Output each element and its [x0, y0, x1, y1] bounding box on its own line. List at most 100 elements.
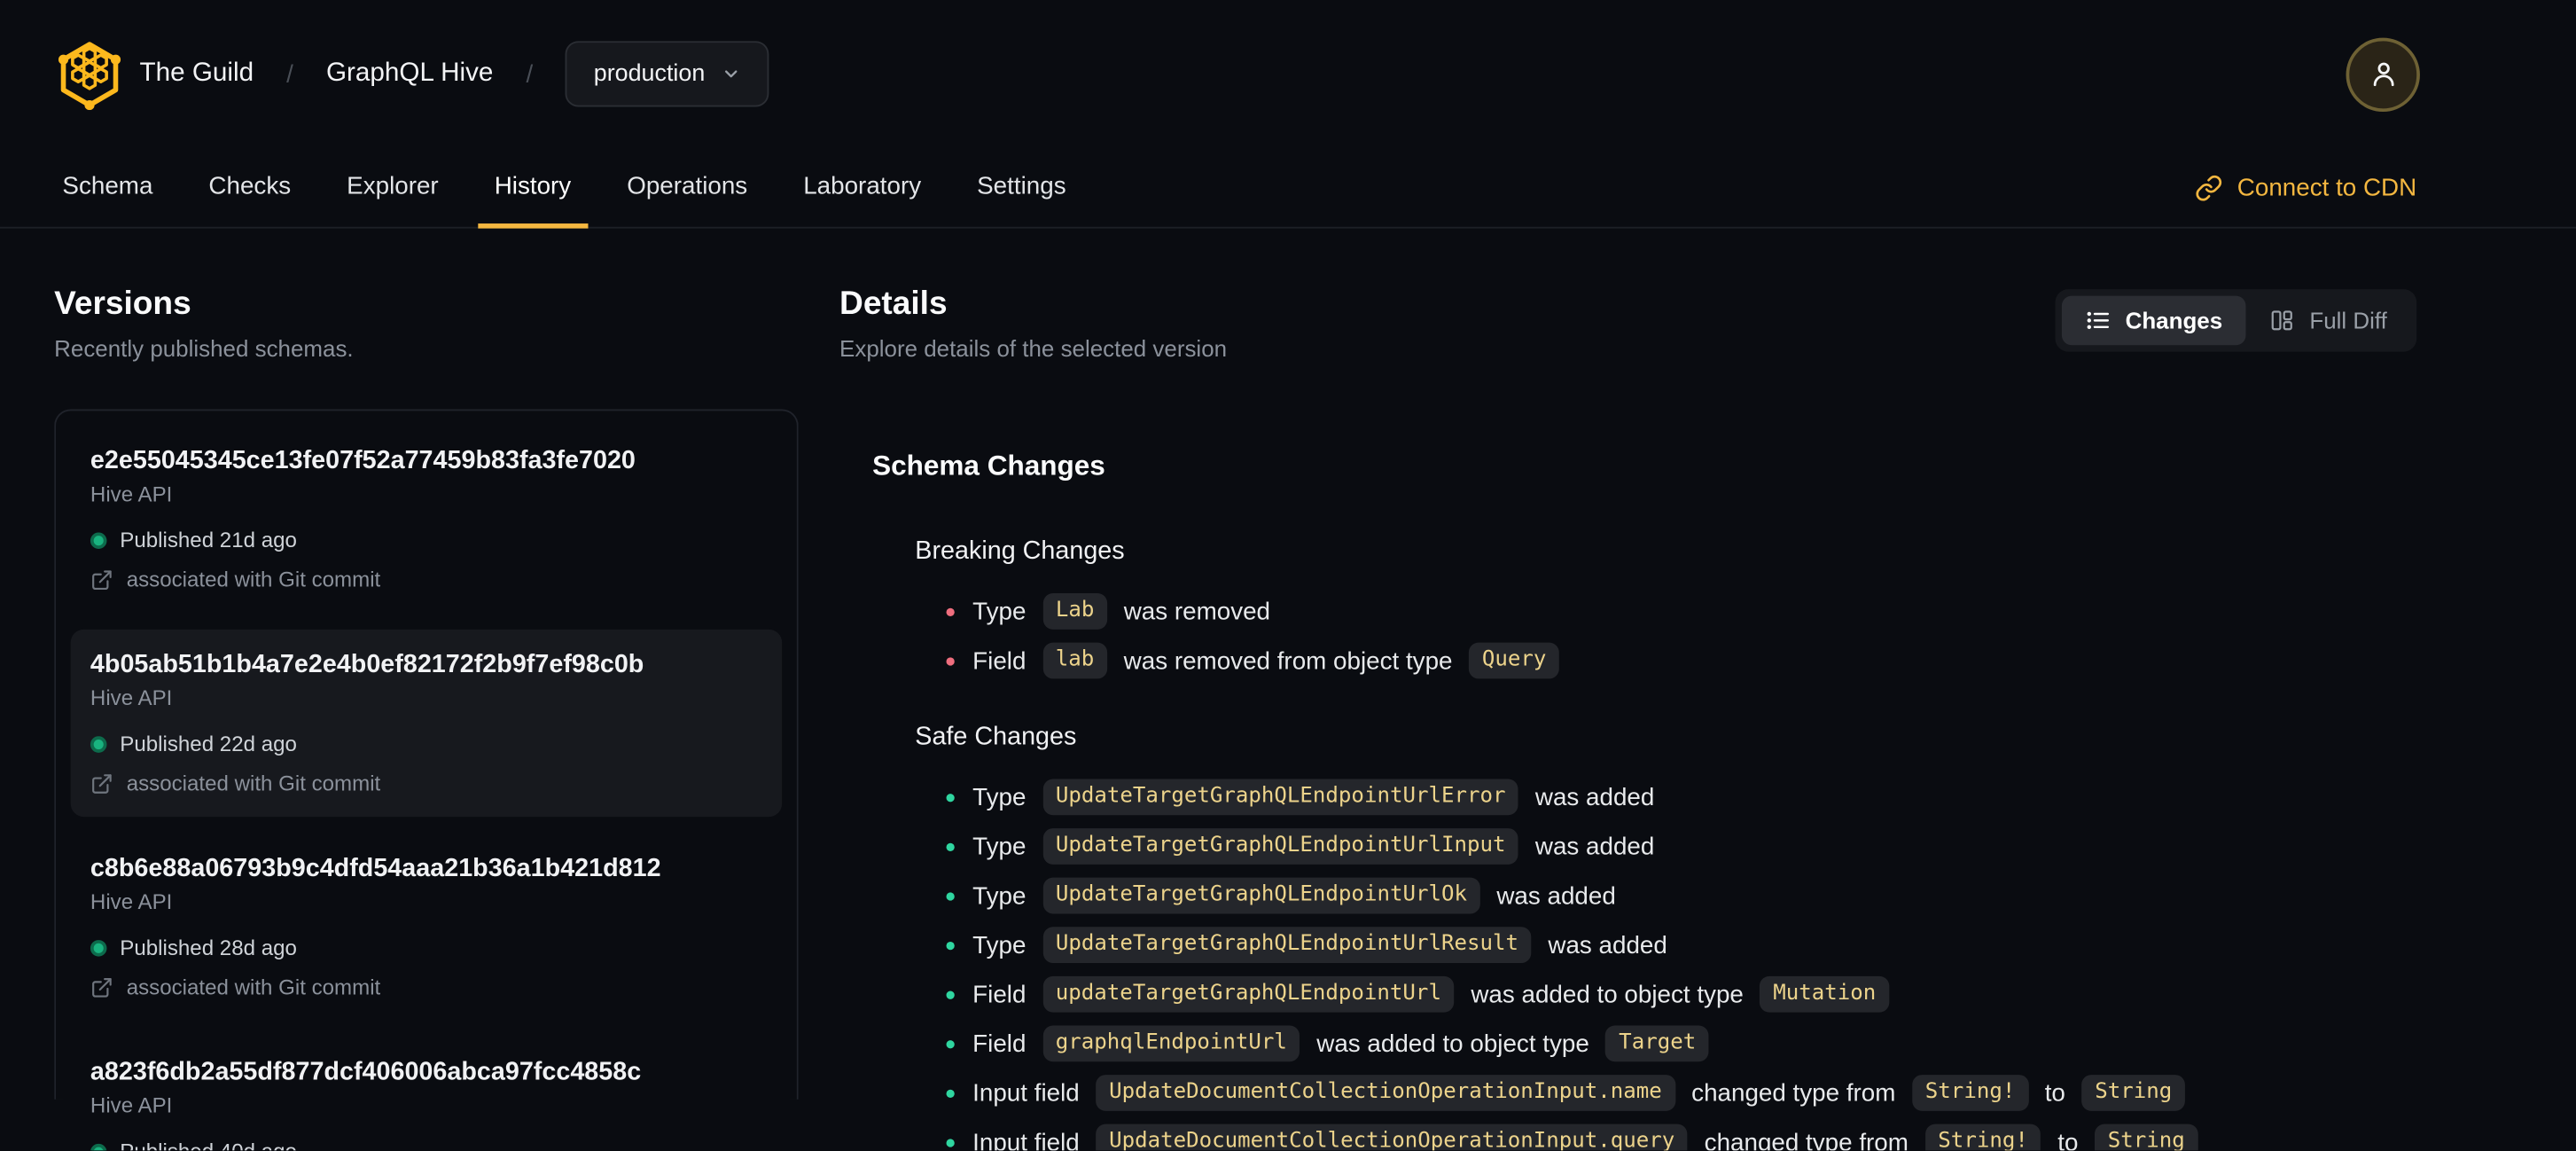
safe-changes-title: Safe Changes	[915, 723, 1077, 751]
git-commit-row[interactable]: associated with Git commit	[90, 771, 762, 797]
app-window: The Guild / GraphQL Hive / production Sc…	[0, 0, 2576, 1151]
code-badge: UpdateDocumentCollectionOperationInput.q…	[1096, 1124, 1689, 1151]
tab-laboratory[interactable]: Laboratory	[787, 148, 938, 229]
code-badge: UpdateDocumentCollectionOperationInput.n…	[1096, 1075, 1675, 1111]
safe-changes-group: Safe Changes Type UpdateTargetGraphQLEndp…	[915, 722, 2416, 1151]
git-commit-text: associated with Git commit	[126, 567, 381, 592]
version-card[interactable]: c8b6e88a06793b9c4dfd54aaa21b36a1b421d812…	[71, 834, 782, 1021]
git-commit-row[interactable]: associated with Git commit	[90, 975, 762, 1001]
version-hash: c8b6e88a06793b9c4dfd54aaa21b36a1b421d812	[90, 854, 661, 883]
git-commit-row[interactable]: associated with Git commit	[90, 567, 762, 593]
safe-change-item: Type UpdateTargetGraphQLEndpointUrlResult…	[946, 920, 2417, 970]
tab-explorer[interactable]: Explorer	[331, 148, 456, 229]
published-status-dot	[90, 736, 107, 753]
code-badge: String!	[1924, 1124, 2041, 1151]
safe-changes-list: Type UpdateTargetGraphQLEndpointUrlError w…	[915, 772, 2417, 1151]
target-select[interactable]: production	[566, 41, 769, 107]
code-badge: UpdateTargetGraphQLEndpointUrlOk	[1042, 877, 1480, 914]
version-card[interactable]: e2e55045345ce13fe07f52a77459b83fa3fe7020…	[71, 426, 782, 613]
tab-settings[interactable]: Settings	[961, 148, 1083, 229]
change-text: Type	[972, 881, 1026, 910]
external-link-icon	[90, 772, 113, 795]
safe-bullet-icon	[946, 1039, 955, 1048]
published-text: Published 40d ago	[120, 1139, 297, 1150]
view-button-label: Changes	[2125, 307, 2223, 334]
change-text: Type	[972, 930, 1026, 959]
tab-history[interactable]: History	[478, 148, 588, 229]
user-avatar-button[interactable]	[2346, 36, 2420, 112]
tab-checks[interactable]: Checks	[192, 148, 308, 229]
published-status-dot	[90, 940, 107, 957]
details-subtitle: Explore details of the selected version	[839, 335, 1228, 362]
version-hash: e2e55045345ce13fe07f52a77459b83fa3fe7020	[90, 447, 636, 475]
safe-bullet-icon	[946, 891, 955, 900]
diff-columns-icon	[2268, 308, 2295, 334]
connect-cdn-link[interactable]: Connect to CDN	[2195, 148, 2417, 227]
change-text: was added	[1548, 930, 1667, 959]
safe-change-item: Type UpdateTargetGraphQLEndpointUrlOk was …	[946, 871, 2417, 920]
published-row: Published 21d ago	[90, 528, 762, 554]
primary-nav: Schema Checks Explorer History Operations Lab…	[46, 148, 1083, 229]
change-text: Field	[972, 1030, 1026, 1058]
view-button-label: Full Diff	[2309, 307, 2387, 334]
header-top-row: The Guild / GraphQL Hive / production	[0, 0, 2576, 148]
tab-operations[interactable]: Operations	[611, 148, 764, 229]
changes-view-button[interactable]: Changes	[2061, 295, 2246, 346]
change-text: Field	[972, 980, 1026, 1009]
details-header: Details Explore details of the selected …	[839, 285, 2417, 364]
safe-change-item: Input field UpdateDocumentCollectionOpera…	[946, 1069, 2417, 1118]
version-hash: a823f6db2a55df877dcf406006abca97fcc4858c	[90, 1058, 642, 1087]
breaking-changes-group: Breaking Changes Type Lab was removed Field…	[915, 536, 2416, 685]
version-hash: 4b05ab51b1b4a7e2e4b0ef82172f2b9f7ef98c0b	[90, 650, 644, 679]
version-service: Hive API	[90, 1092, 173, 1118]
safe-bullet-icon	[946, 793, 955, 802]
code-badge: UpdateTargetGraphQLEndpointUrlInput	[1042, 828, 1519, 865]
tab-schema[interactable]: Schema	[46, 148, 169, 229]
change-text: Input field	[972, 1078, 1080, 1108]
view-toggle: Changes Full Diff	[2054, 289, 2417, 352]
change-text: Type	[972, 783, 1026, 811]
change-text: was added	[1534, 783, 1655, 811]
code-badge: Lab	[1042, 593, 1108, 630]
breadcrumb-project[interactable]: GraphQL Hive	[326, 59, 493, 89]
published-text: Published 28d ago	[120, 935, 297, 960]
code-badge: String!	[1911, 1075, 2029, 1111]
code-badge: UpdateTargetGraphQLEndpointUrlError	[1042, 779, 1519, 816]
safe-change-item: Input field UpdateDocumentCollectionOpera…	[946, 1117, 2417, 1151]
version-card[interactable]: 4b05ab51b1b4a7e2e4b0ef82172f2b9f7ef98c0b…	[70, 629, 783, 818]
target-select-value: production	[593, 60, 706, 88]
breaking-changes-list: Type Lab was removed Field lab was removed fr…	[915, 587, 2416, 685]
change-text: changed type from	[1704, 1128, 1909, 1151]
version-service: Hive API	[90, 482, 173, 506]
connect-cdn-label: Connect to CDN	[2236, 173, 2417, 202]
published-row: Published 22d ago	[90, 732, 762, 758]
schema-changes-title: Schema Changes	[872, 450, 1105, 482]
change-text: was removed from object type	[1123, 646, 1453, 675]
change-text: was added	[1534, 832, 1655, 861]
safe-bullet-icon	[946, 941, 955, 950]
version-card[interactable]: a823f6db2a55df877dcf406006abca97fcc4858c…	[71, 1037, 782, 1151]
details-title: Details	[839, 286, 948, 323]
full-diff-view-button[interactable]: Full Diff	[2245, 296, 2410, 346]
git-commit-text: associated with Git commit	[126, 771, 381, 796]
change-text: to	[2057, 1128, 2079, 1151]
published-text: Published 22d ago	[120, 731, 297, 756]
safe-bullet-icon	[946, 1138, 955, 1147]
change-text: Type	[972, 597, 1026, 626]
code-badge: UpdateTargetGraphQLEndpointUrlResult	[1042, 927, 1532, 964]
safe-change-item: Type UpdateTargetGraphQLEndpointUrlError w…	[946, 772, 2417, 822]
breadcrumb-org[interactable]: The Guild	[140, 59, 254, 89]
safe-bullet-icon	[946, 842, 955, 851]
published-row: Published 28d ago	[90, 936, 762, 962]
safe-change-item: Type UpdateTargetGraphQLEndpointUrlInput w…	[946, 822, 2417, 872]
safe-bullet-icon	[946, 990, 955, 998]
version-service: Hive API	[90, 889, 173, 914]
breaking-bullet-icon	[946, 656, 955, 665]
hive-logo[interactable]	[54, 39, 125, 110]
app-header: The Guild / GraphQL Hive / production Sc…	[0, 0, 2576, 229]
chevron-down-icon	[722, 64, 741, 83]
nav-row: Schema Checks Explorer History Operations Lab…	[0, 148, 2576, 229]
breaking-changes-title: Breaking Changes	[915, 537, 1125, 566]
change-text: was added to object type	[1316, 1030, 1589, 1058]
version-list: e2e55045345ce13fe07f52a77459b83fa3fe7020…	[54, 409, 799, 1151]
